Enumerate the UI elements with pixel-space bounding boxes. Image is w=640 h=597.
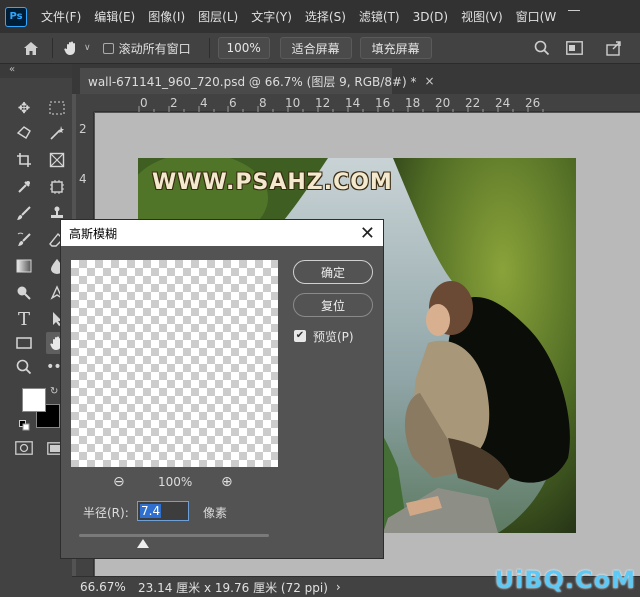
chevron-down-icon[interactable]: ∨ [84, 43, 91, 53]
collapse-icon[interactable]: « [9, 64, 15, 75]
quick-mask-icon[interactable] [15, 441, 33, 458]
type-tool-icon[interactable]: T [13, 308, 35, 330]
menubar: Ps 文件(F) 编辑(E) 图像(I) 图层(L) 文字(Y) 选择(S) 滤… [0, 0, 640, 33]
gradient-tool-icon[interactable] [13, 255, 35, 277]
move-tool-icon[interactable]: ✥ [13, 97, 35, 119]
magic-wand-icon[interactable] [46, 122, 68, 144]
fill-screen-button[interactable]: 填充屏幕 [359, 37, 432, 59]
default-colors-icon[interactable] [19, 420, 30, 434]
tools-panel-header: « [0, 64, 72, 78]
options-bar: ∨ 滚动所有窗口 100% 适合屏幕 填充屏幕 [0, 33, 640, 64]
site-watermark: UiBQ.CoM [494, 566, 636, 594]
blur-preview[interactable] [71, 260, 278, 467]
ruler-corner [76, 94, 94, 112]
marquee-tool-icon[interactable] [46, 97, 68, 119]
preview-label: 预览(P) [313, 330, 354, 344]
zoom-in-icon[interactable]: ⊕ [221, 474, 233, 490]
search-icon[interactable] [534, 40, 550, 59]
minimize-icon[interactable] [568, 10, 580, 11]
scroll-all-checkbox[interactable] [102, 42, 114, 54]
ruler-tick-label: 2 [79, 122, 87, 136]
zoom-100-button[interactable]: 100% [217, 37, 270, 59]
dodge-tool-icon[interactable] [13, 282, 35, 304]
ruler-tick-label: 4 [79, 172, 87, 186]
zoom-tool-icon[interactable] [13, 356, 35, 378]
swap-colors-icon[interactable]: ↻ [50, 386, 58, 397]
foreground-color-swatch[interactable] [22, 388, 46, 412]
radius-value: 7.4 [140, 504, 162, 518]
rectangle-tool-icon[interactable] [13, 332, 35, 354]
radius-input[interactable]: 7.4 [137, 501, 189, 521]
spot-heal-tool-icon[interactable] [46, 176, 68, 198]
fit-screen-button[interactable]: 适合屏幕 [279, 37, 352, 59]
lasso-tool-icon[interactable] [13, 122, 35, 144]
photo-watermark: WWW.PSAHZ.COM [152, 170, 393, 195]
close-icon[interactable]: ✕ [360, 223, 375, 244]
gaussian-blur-dialog: 高斯模糊 ✕ 确定 复位 ✔ 预览(P) ⊖ 100% ⊕ 半径(R): 7.4… [60, 219, 384, 559]
separator [208, 38, 210, 58]
frame-tool-icon[interactable] [46, 149, 68, 171]
menu-layer[interactable]: 图层(L) [194, 8, 242, 25]
document-size: 23.14 厘米 x 19.76 厘米 (72 ppi) [138, 580, 328, 595]
hand-tool-icon[interactable] [61, 40, 81, 56]
separator [52, 38, 53, 58]
document-tabbar: wall-671141_960_720.psd @ 66.7% (图层 9, R… [72, 64, 640, 94]
history-brush-icon[interactable] [13, 229, 35, 251]
menu-3d[interactable]: 3D(D) [409, 10, 452, 24]
menu-select[interactable]: 选择(S) [301, 8, 350, 25]
radius-slider-thumb[interactable] [137, 539, 149, 548]
document-tab-title: wall-671141_960_720.psd @ 66.7% (图层 9, R… [88, 74, 417, 89]
document-tab[interactable]: wall-671141_960_720.psd @ 66.7% (图层 9, R… [80, 68, 435, 94]
menu-edit[interactable]: 编辑(E) [90, 8, 139, 25]
workspace-icon[interactable] [566, 41, 583, 58]
radius-unit: 像素 [203, 506, 228, 520]
zoom-out-icon[interactable]: ⊖ [113, 474, 125, 490]
scroll-all-label: 滚动所有窗口 [118, 41, 191, 56]
menu-type[interactable]: 文字(Y) [247, 8, 296, 25]
ruler-horizontal: 0 2 4 6 8 10 12 14 16 18 20 22 24 26 [94, 94, 640, 112]
menu-window[interactable]: 窗口(W [512, 8, 561, 25]
menu-filter[interactable]: 滤镜(T) [355, 8, 404, 25]
reset-button[interactable]: 复位 [293, 293, 373, 317]
preview-zoom-level: 100% [158, 475, 193, 489]
photoshop-logo: Ps [5, 6, 27, 27]
radius-slider-track[interactable] [79, 534, 269, 537]
status-menu-arrow[interactable]: › [336, 580, 341, 594]
eyedropper-tool-icon[interactable] [13, 176, 35, 198]
radius-label: 半径(R): [83, 506, 129, 520]
close-icon[interactable]: × [425, 74, 435, 88]
preview-checkbox[interactable]: ✔ [294, 330, 306, 342]
home-icon[interactable] [22, 39, 40, 57]
dialog-title: 高斯模糊 [69, 226, 118, 241]
ok-button[interactable]: 确定 [293, 260, 373, 284]
menu-file[interactable]: 文件(F) [37, 8, 85, 25]
brush-tool-icon[interactable] [13, 202, 35, 224]
share-icon[interactable] [606, 40, 622, 59]
menu-image[interactable]: 图像(I) [144, 8, 189, 25]
crop-tool-icon[interactable] [13, 149, 35, 171]
menu-view[interactable]: 视图(V) [457, 8, 507, 25]
zoom-readout[interactable]: 66.67% [80, 580, 130, 594]
dialog-titlebar[interactable]: 高斯模糊 ✕ [61, 220, 383, 246]
